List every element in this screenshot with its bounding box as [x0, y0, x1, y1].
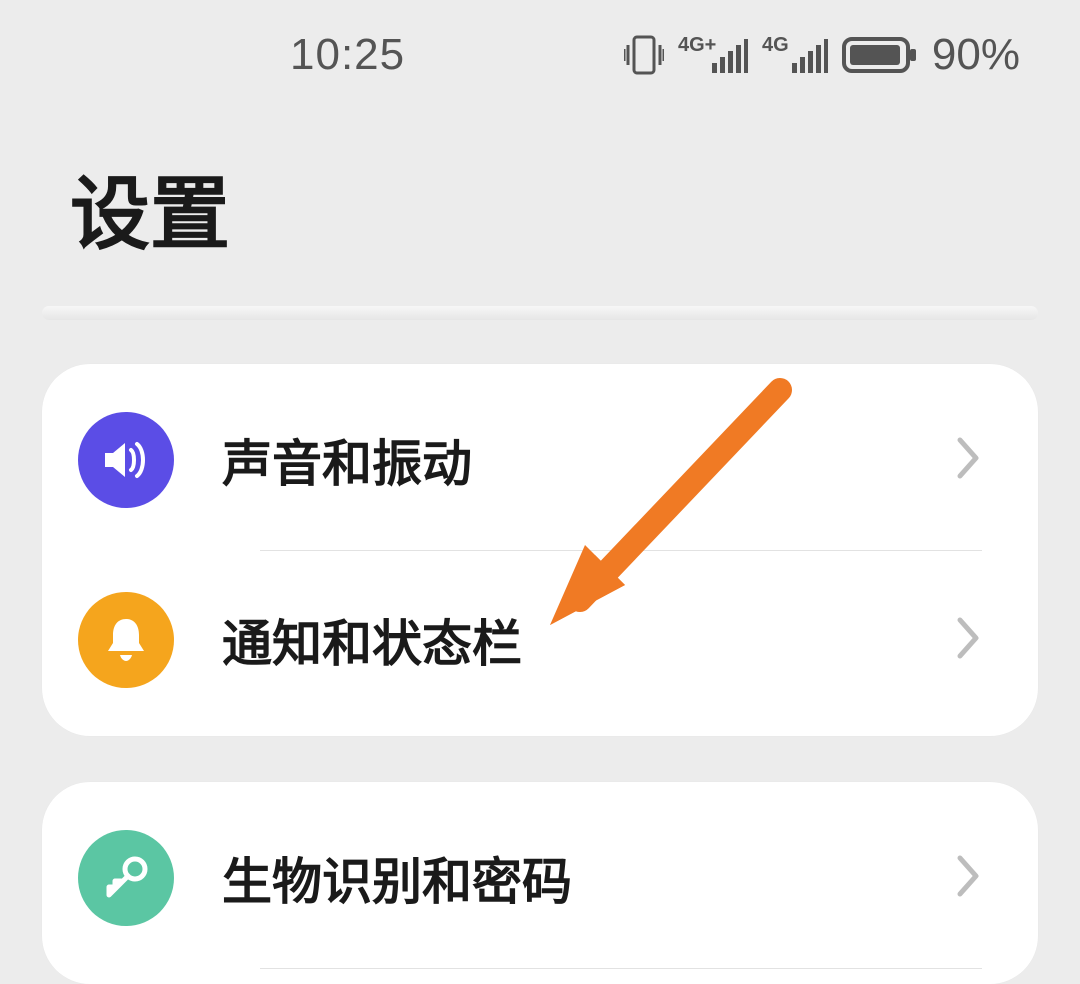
row-biometrics-and-password[interactable]: 生物识别和密码 — [42, 788, 1038, 968]
chevron-right-icon — [956, 616, 982, 665]
key-icon — [78, 830, 174, 926]
page-title: 设置 — [70, 150, 1010, 266]
svg-text:4G+: 4G+ — [678, 34, 716, 56]
svg-text:4G: 4G — [762, 34, 789, 56]
bell-icon — [78, 592, 174, 688]
volume-icon — [78, 412, 174, 508]
chevron-right-icon — [956, 854, 982, 903]
row-label: 通知和状态栏 — [222, 604, 956, 676]
settings-group-2: 生物识别和密码 — [42, 782, 1038, 984]
row-placeholder — [42, 968, 1038, 978]
status-right: 4G+ 4G 90% — [624, 30, 1020, 80]
row-sound-and-vibration[interactable]: 声音和振动 — [42, 370, 1038, 550]
chevron-right-icon — [956, 436, 982, 485]
battery-icon — [842, 35, 918, 75]
section-divider — [42, 306, 1038, 320]
vibrate-icon — [624, 33, 664, 77]
status-time: 10:25 — [290, 30, 405, 80]
signal-1-icon: 4G+ — [678, 33, 748, 77]
row-notifications-and-statusbar[interactable]: 通知和状态栏 — [42, 550, 1038, 730]
row-label: 生物识别和密码 — [222, 842, 956, 914]
page-header: 设置 — [0, 110, 1080, 306]
row-label: 声音和振动 — [222, 424, 956, 496]
battery-percent: 90% — [932, 30, 1020, 80]
settings-group-1: 声音和振动 通知和状态栏 — [42, 364, 1038, 736]
status-bar: 10:25 4G+ 4G 90% — [0, 0, 1080, 110]
signal-2-icon: 4G — [762, 33, 828, 77]
